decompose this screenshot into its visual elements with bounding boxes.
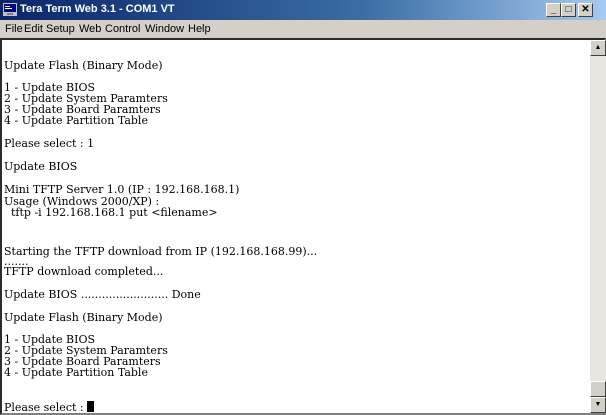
menu-edit[interactable]: Edit	[24, 23, 43, 35]
menu-bar: File Edit Setup Web Control Window Help	[0, 20, 606, 38]
terminal-cursor	[87, 401, 95, 412]
menu-file[interactable]: File	[5, 23, 23, 35]
terminal-line: Update BIOS	[4, 160, 78, 173]
vertical-scrollbar[interactable]: ▲ ▼	[590, 40, 606, 413]
scroll-down-button[interactable]: ▼	[590, 397, 606, 413]
terminal-line: 4 - Update Partition Table	[4, 114, 148, 127]
menu-window[interactable]: Window	[145, 23, 184, 35]
terminal-prompt-line: Please select :	[4, 401, 95, 414]
menu-help[interactable]: Help	[188, 23, 211, 35]
menu-web[interactable]: Web	[79, 23, 101, 35]
terminal-line: Please select : 1	[4, 137, 95, 150]
menu-setup[interactable]: Setup	[46, 23, 75, 35]
minimize-button[interactable]: _	[546, 3, 561, 17]
title-bar[interactable]: Tera Term Web 3.1 - COM1 VT _ □ ✕	[0, 0, 606, 20]
maximize-button[interactable]: □	[561, 3, 576, 17]
window-title: Tera Term Web 3.1 - COM1 VT	[20, 3, 175, 15]
terminal-line: 4 - Update Partition Table	[4, 366, 148, 379]
terminal-area[interactable]: Update Flash (Binary Mode) 1 - Update BI…	[2, 40, 588, 413]
scroll-up-button[interactable]: ▲	[590, 40, 606, 56]
close-button[interactable]: ✕	[578, 3, 593, 17]
scrollbar-thumb[interactable]	[590, 381, 606, 397]
tera-term-app-icon	[3, 3, 17, 16]
terminal-line: TFTP download completed...	[4, 265, 164, 278]
prompt-text: Please select :	[4, 401, 88, 414]
terminal-line: Starting the TFTP download from IP (192.…	[4, 245, 318, 258]
terminal-line: Update Flash (Binary Mode)	[4, 311, 163, 324]
menu-control[interactable]: Control	[105, 23, 140, 35]
terminal-line: Update Flash (Binary Mode)	[4, 59, 163, 72]
terminal-line: tftp -i 192.168.168.1 put <filename>	[4, 206, 218, 219]
terminal-line: Update BIOS ......................... Do…	[4, 288, 201, 301]
